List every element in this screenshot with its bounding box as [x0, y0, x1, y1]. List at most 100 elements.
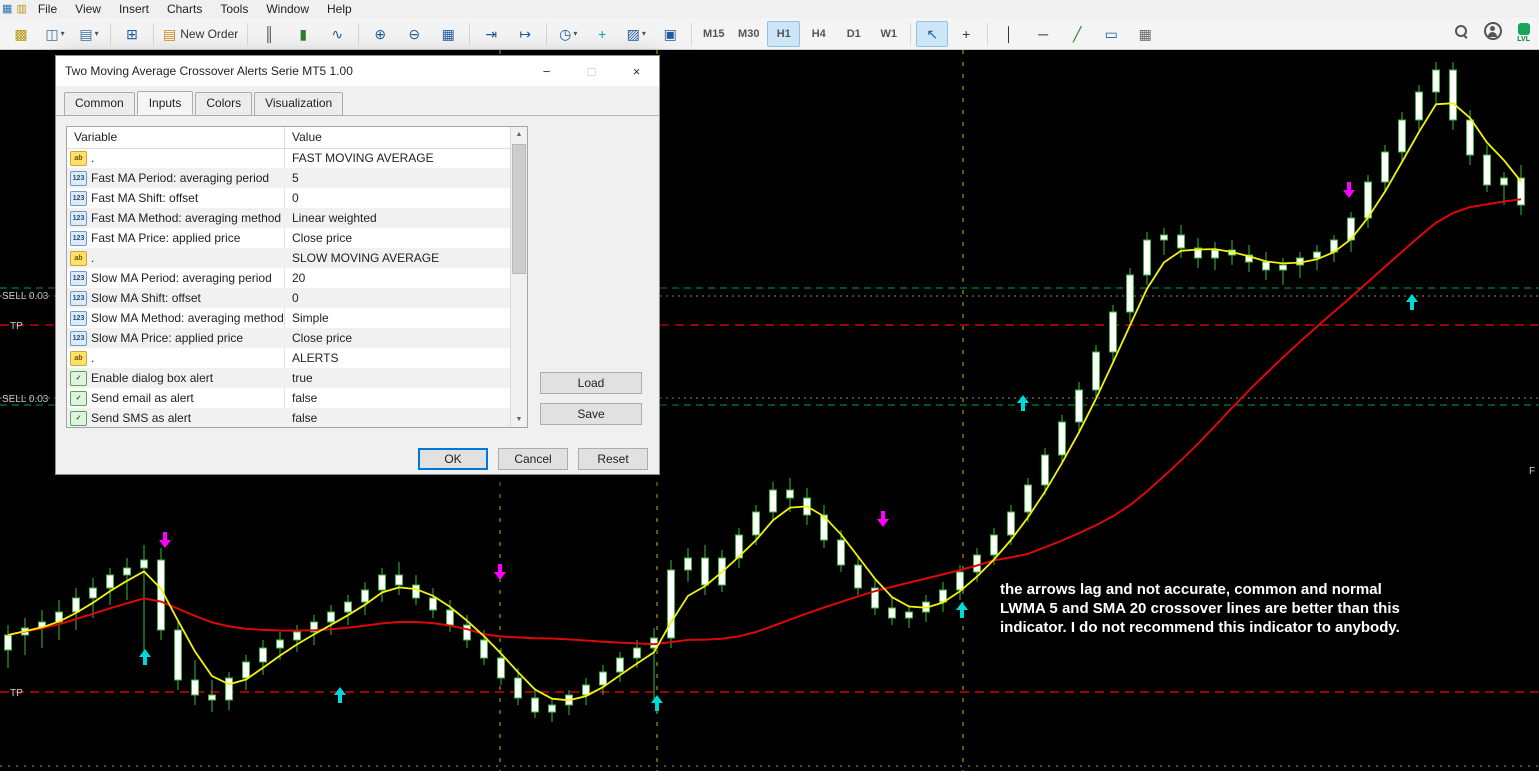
param-row[interactable]: 123 Slow MA Shift: offset 0: [67, 288, 511, 308]
param-name: Fast MA Method: averaging method: [91, 211, 282, 225]
horizontal-line-button[interactable]: ─: [1027, 21, 1059, 47]
param-value[interactable]: FAST MOVING AVERAGE: [284, 151, 511, 165]
tab-visualization[interactable]: Visualization: [254, 92, 344, 116]
lvl-button[interactable]: LVL: [1517, 23, 1530, 44]
tab-common[interactable]: Common: [64, 92, 135, 116]
dropdown-arrow-icon: ▾: [573, 29, 578, 38]
menu-charts[interactable]: Charts: [158, 1, 211, 17]
chart-annotation: the arrows lag and not accurate, common …: [1000, 581, 1382, 598]
timeframe-h4[interactable]: H4: [802, 21, 835, 47]
param-row[interactable]: 123 Fast MA Price: applied price Close pri…: [67, 228, 511, 248]
indicators-button[interactable]: ◷ ▾: [552, 21, 584, 47]
line-chart-button[interactable]: ∿: [321, 21, 353, 47]
window-layout-button[interactable]: ▣: [654, 21, 686, 47]
scroll-down-icon[interactable]: ▼: [511, 412, 527, 427]
zoom-in-button[interactable]: ⊕: [364, 21, 396, 47]
reset-button[interactable]: Reset: [578, 448, 648, 470]
grid-button[interactable]: ▦: [1129, 21, 1161, 47]
vertical-line-button[interactable]: │: [993, 21, 1025, 47]
auto-scroll-icon: ⇥: [485, 25, 498, 42]
param-value[interactable]: ALERTS: [284, 351, 511, 365]
menu-insert[interactable]: Insert: [110, 1, 158, 17]
param-row[interactable]: 123 Fast MA Method: averaging method Linea…: [67, 208, 511, 228]
param-value[interactable]: Simple: [284, 311, 511, 325]
menu-help[interactable]: Help: [318, 1, 361, 17]
dialog-title-bar[interactable]: Two Moving Average Crossover Alerts Seri…: [56, 56, 659, 86]
minimize-button[interactable]: −: [524, 56, 569, 86]
123-icon: 123: [70, 230, 87, 246]
param-value[interactable]: 20: [284, 271, 511, 285]
scroll-thumb[interactable]: [512, 144, 526, 274]
table-scrollbar[interactable]: ▲ ▼: [510, 127, 527, 427]
param-value[interactable]: Close price: [284, 231, 511, 245]
rectangle-button[interactable]: ▭: [1095, 21, 1127, 47]
param-name: Slow MA Period: averaging period: [91, 271, 272, 285]
menu-view[interactable]: View: [66, 1, 110, 17]
param-row[interactable]: ab. ALERTS: [67, 348, 511, 368]
open-chart-button[interactable]: ◫ ▾: [39, 21, 71, 47]
123-icon: 123: [70, 190, 87, 206]
load-button[interactable]: Load: [540, 372, 642, 394]
search-button[interactable]: [1454, 24, 1469, 44]
menu-file[interactable]: File: [29, 1, 66, 17]
search-icon: [1454, 24, 1469, 39]
timeframe-m15[interactable]: M15: [697, 21, 730, 47]
new-chart-button[interactable]: ▩: [5, 21, 37, 47]
toolbar-separator: [247, 22, 249, 45]
param-value[interactable]: Linear weighted: [284, 211, 511, 225]
param-row[interactable]: ab. FAST MOVING AVERAGE: [67, 148, 511, 168]
param-value[interactable]: 5: [284, 171, 511, 185]
zoom-out-button[interactable]: ⊖: [398, 21, 430, 47]
toolbar-separator: [910, 22, 912, 45]
templates-icon: ▨: [626, 25, 640, 42]
cursor-button[interactable]: ↖: [916, 20, 949, 47]
ok-button[interactable]: OK: [418, 448, 488, 470]
save-button[interactable]: Save: [540, 403, 642, 425]
crosshair-button[interactable]: +: [950, 21, 982, 47]
param-value[interactable]: false: [284, 391, 511, 405]
add-indicator-button[interactable]: +: [586, 21, 618, 47]
new-order-button[interactable]: ▤ New Order: [159, 21, 242, 47]
timeframe-d1[interactable]: D1: [837, 21, 870, 47]
param-row[interactable]: ✓ Send email as alert false: [67, 388, 511, 408]
param-row[interactable]: ✓ Enable dialog box alert true: [67, 368, 511, 388]
param-value[interactable]: Close price: [284, 331, 511, 345]
tile-windows-button[interactable]: ▦: [432, 21, 464, 47]
trendline-button[interactable]: ╱: [1061, 21, 1093, 47]
cancel-button[interactable]: Cancel: [498, 448, 568, 470]
timeframe-m30[interactable]: M30: [732, 21, 765, 47]
param-row[interactable]: ab. SLOW MOVING AVERAGE: [67, 248, 511, 268]
param-row[interactable]: 123 Fast MA Period: averaging period 5: [67, 168, 511, 188]
window-icon: ▣: [663, 25, 677, 42]
timeframe-w1[interactable]: W1: [872, 21, 905, 47]
tab-colors[interactable]: Colors: [195, 92, 253, 116]
param-value[interactable]: 0: [284, 191, 511, 205]
maximize-button[interactable]: □: [569, 56, 614, 86]
market-watch-button[interactable]: ⊞: [116, 21, 148, 47]
param-row[interactable]: 123 Fast MA Shift: offset 0: [67, 188, 511, 208]
123-icon: 123: [70, 270, 87, 286]
param-value[interactable]: false: [284, 411, 511, 425]
chart-shift-button[interactable]: ↦: [509, 21, 541, 47]
templates-button[interactable]: ▨ ▾: [620, 21, 652, 47]
param-row[interactable]: ✓ Send SMS as alert false: [67, 408, 511, 427]
close-button[interactable]: ×: [614, 56, 659, 86]
param-value[interactable]: true: [284, 371, 511, 385]
menu-window[interactable]: Window: [257, 1, 318, 17]
timeframe-h1[interactable]: H1: [767, 20, 801, 47]
tab-inputs[interactable]: Inputs: [136, 91, 194, 115]
param-row[interactable]: 123 Slow MA Period: averaging period 20: [67, 268, 511, 288]
menu-tools[interactable]: Tools: [211, 1, 257, 17]
param-value[interactable]: SLOW MOVING AVERAGE: [284, 251, 511, 265]
price-level-label: SELL 0.03: [2, 394, 49, 405]
param-row[interactable]: 123 Slow MA Method: averaging method Simpl…: [67, 308, 511, 328]
scroll-up-icon[interactable]: ▲: [511, 127, 527, 142]
candles-button[interactable]: ▮: [287, 21, 319, 47]
auto-scroll-button[interactable]: ⇥: [475, 21, 507, 47]
param-value[interactable]: 0: [284, 291, 511, 305]
profiles-button[interactable]: ▤ ▾: [73, 21, 105, 47]
bars-button[interactable]: ║: [253, 21, 285, 47]
ab-icon: ab: [70, 150, 87, 166]
param-row[interactable]: 123 Slow MA Price: applied price Close pri…: [67, 328, 511, 348]
account-button[interactable]: [1484, 22, 1503, 45]
